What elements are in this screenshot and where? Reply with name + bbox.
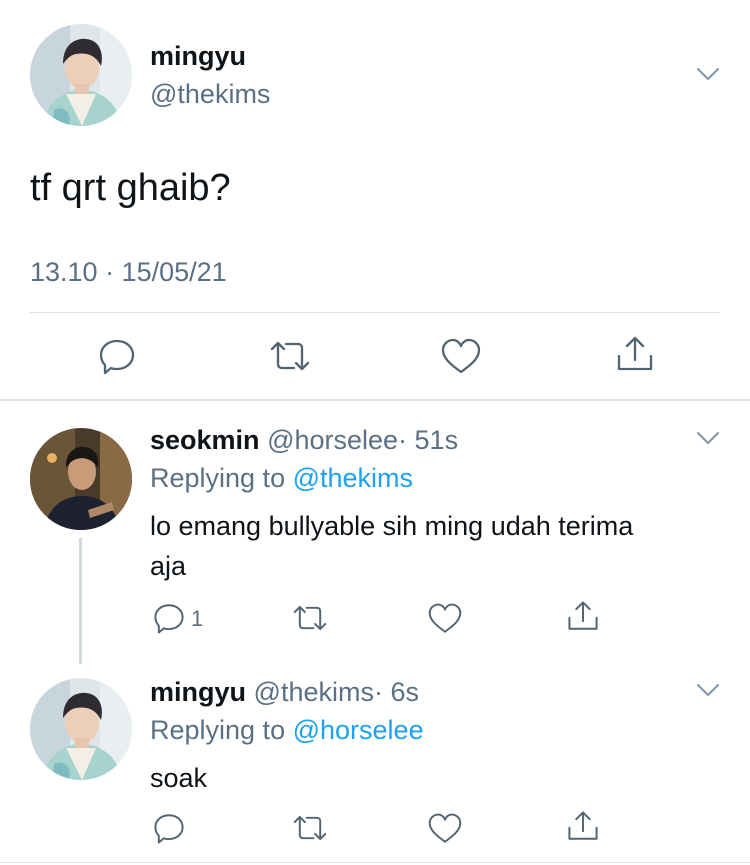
avatar-seokmin[interactable]	[30, 428, 132, 530]
replying-to-prefix: Replying to	[150, 463, 286, 493]
tweet-timestamp[interactable]: 13.10 · 15/05/21	[30, 256, 227, 288]
reply-icon[interactable]	[152, 811, 186, 845]
tweet-text: tf qrt ghaib?	[30, 167, 231, 209]
reply-header: mingyu @thekims· 6s	[150, 676, 419, 708]
like-icon[interactable]	[427, 812, 463, 846]
like-icon[interactable]	[427, 602, 463, 636]
divider	[30, 312, 720, 313]
reply-author-name[interactable]: mingyu	[150, 677, 246, 707]
reply-icon[interactable]	[152, 601, 186, 635]
avatar-mingyu[interactable]	[30, 24, 132, 126]
replying-to-mention[interactable]: @horselee	[293, 715, 424, 745]
avatar-image	[30, 24, 132, 126]
share-icon[interactable]	[566, 599, 600, 633]
replying-to-mention[interactable]: @thekims	[293, 463, 413, 493]
chevron-down-icon[interactable]	[695, 430, 721, 446]
reply-count: 1	[191, 606, 204, 631]
chevron-down-icon[interactable]	[695, 66, 721, 82]
retweet-icon[interactable]	[291, 601, 329, 635]
chevron-down-icon[interactable]	[695, 682, 721, 698]
reply-icon[interactable]	[97, 336, 137, 376]
thread-line	[79, 538, 82, 664]
replying-to: Replying to @thekims	[150, 462, 413, 494]
share-icon[interactable]	[615, 334, 655, 374]
author-handle[interactable]: @thekims	[150, 78, 270, 110]
reply-author-name[interactable]: seokmin	[150, 425, 260, 455]
reply-author-handle[interactable]: @horselee	[267, 425, 398, 455]
author-display-name[interactable]: mingyu	[150, 40, 246, 72]
retweet-icon[interactable]	[291, 811, 329, 845]
avatar-image	[30, 428, 132, 530]
share-icon[interactable]	[566, 809, 600, 843]
reply-text-line-2: aja	[150, 551, 187, 581]
reply-time[interactable]: · 6s	[374, 677, 419, 707]
divider	[0, 862, 750, 863]
reply-text: soak	[150, 763, 208, 793]
reply-text-line-1: lo emang bullyable sih ming udah terima	[150, 511, 634, 541]
like-icon[interactable]	[440, 337, 482, 377]
replying-to-prefix: Replying to	[150, 715, 286, 745]
reply-author-handle[interactable]: @thekims	[254, 677, 374, 707]
retweet-icon[interactable]	[268, 336, 312, 376]
section-divider	[0, 399, 750, 401]
reply-header: seokmin @horselee· 51s	[150, 424, 458, 456]
avatar-mingyu[interactable]	[30, 678, 132, 780]
replying-to: Replying to @horselee	[150, 714, 424, 746]
avatar-image	[30, 678, 132, 780]
reply-time[interactable]: · 51s	[398, 425, 458, 455]
